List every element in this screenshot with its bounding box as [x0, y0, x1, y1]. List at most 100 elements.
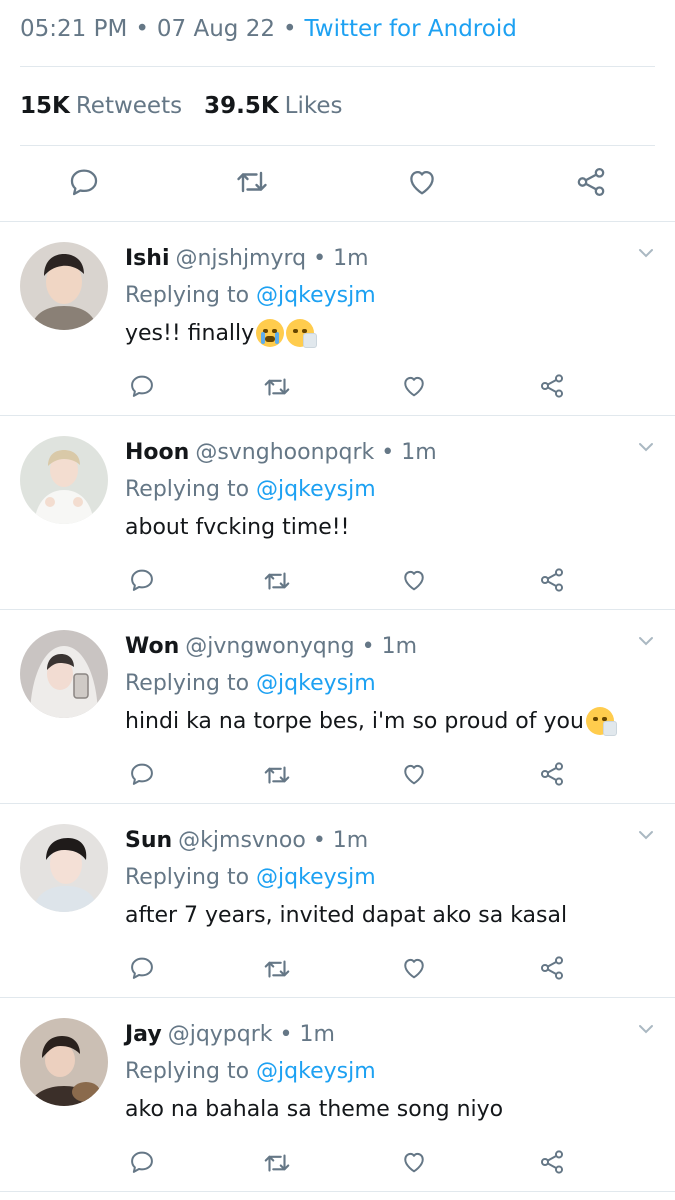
share-icon[interactable] — [538, 372, 566, 404]
reply-tweet[interactable]: Hoon @svnghoonpqrk • 1m Replying to @jqk… — [0, 416, 675, 609]
like-icon[interactable] — [402, 162, 442, 202]
sneezing-face-icon — [585, 707, 617, 736]
replying-label: Replying to — [125, 864, 250, 890]
tweet-source-link[interactable]: Twitter for Android — [305, 16, 517, 42]
like-icon[interactable] — [400, 372, 428, 404]
reply-icon[interactable] — [64, 162, 104, 202]
reply-tweet[interactable]: Jay @jqypqrk • 1m Replying to @jqkeysjm … — [0, 998, 675, 1191]
replying-to-handle[interactable]: @jqkeysjm — [256, 671, 376, 696]
avatar[interactable] — [20, 630, 108, 718]
avatar[interactable] — [20, 1018, 108, 1106]
replying-to: Replying to @jqkeysjm — [125, 666, 376, 700]
reply-time: 1m — [332, 827, 369, 853]
reply-body: ako na bahala sa theme song niyo — [125, 1096, 504, 1122]
reply-time: 1m — [381, 633, 418, 659]
reply-text: yes!! finally — [125, 316, 318, 350]
reply-time: 1m — [401, 439, 437, 465]
retweet-icon[interactable] — [262, 1148, 292, 1182]
user-handle[interactable]: @njshjmyrq — [175, 246, 306, 271]
reply-icon[interactable] — [128, 1148, 156, 1180]
like-icon[interactable] — [400, 566, 428, 598]
display-name[interactable]: Jay — [125, 1022, 162, 1047]
share-icon[interactable] — [538, 1148, 566, 1180]
retweet-icon[interactable] — [262, 372, 292, 406]
separator-dot: • — [313, 245, 327, 271]
avatar[interactable] — [20, 824, 108, 912]
reply-body: after 7 years, invited dapat ako sa kasa… — [125, 902, 568, 928]
reply-body: yes!! finally — [125, 320, 255, 346]
reply-icon[interactable] — [128, 372, 156, 404]
separator-dot: • — [381, 439, 395, 465]
share-icon[interactable] — [538, 760, 566, 792]
divider — [0, 1191, 675, 1192]
display-name[interactable]: Hoon — [125, 440, 189, 465]
reply-body: about fvcking time!! — [125, 514, 350, 540]
retweet-icon[interactable] — [262, 566, 292, 600]
replying-label: Replying to — [125, 670, 250, 696]
divider — [20, 66, 655, 67]
chevron-down-icon[interactable] — [637, 632, 655, 654]
reply-text: about fvcking time!! — [125, 510, 349, 544]
like-icon[interactable] — [400, 1148, 428, 1180]
replying-to: Replying to @jqkeysjm — [125, 278, 376, 312]
chevron-down-icon[interactable] — [637, 1020, 655, 1042]
replying-to: Replying to @jqkeysjm — [125, 860, 376, 894]
chevron-down-icon[interactable] — [637, 438, 655, 460]
share-icon[interactable] — [538, 954, 566, 986]
reply-tweet[interactable]: Ishi @njshjmyrq • 1m Replying to @jqkeys… — [0, 222, 675, 415]
separator-dot: • — [361, 633, 375, 659]
separator-dot: • — [282, 16, 297, 42]
retweet-icon[interactable] — [232, 162, 272, 202]
retweet-icon[interactable] — [262, 760, 292, 794]
tweet-action-bar — [0, 158, 675, 208]
replying-to-handle[interactable]: @jqkeysjm — [256, 477, 376, 502]
chevron-down-icon[interactable] — [637, 826, 655, 848]
reply-header: Ishi @njshjmyrq • 1m — [125, 240, 369, 276]
reply-text: hindi ka na torpe bes, i'm so proud of y… — [125, 704, 617, 738]
replying-to-handle[interactable]: @jqkeysjm — [256, 865, 376, 890]
likes-count[interactable]: 39.5K — [204, 93, 279, 119]
tweet-stats: 15K Retweets 39.5K Likes — [20, 88, 343, 124]
reply-text: ako na bahala sa theme song niyo — [125, 1092, 503, 1126]
replying-to: Replying to @jqkeysjm — [125, 1054, 376, 1088]
like-icon[interactable] — [400, 954, 428, 986]
reply-tweet[interactable]: Sun @kjmsvnoo • 1m Replying to @jqkeysjm… — [0, 804, 675, 997]
replying-to-handle[interactable]: @jqkeysjm — [256, 1059, 376, 1084]
display-name[interactable]: Sun — [125, 828, 172, 853]
replying-label: Replying to — [125, 1058, 250, 1084]
user-handle[interactable]: @jvngwonyqng — [185, 634, 354, 659]
replying-to-handle[interactable]: @jqkeysjm — [256, 283, 376, 308]
reply-time: 1m — [333, 245, 369, 271]
retweets-count[interactable]: 15K — [20, 93, 70, 119]
sneezing-face-icon — [286, 319, 318, 348]
like-icon[interactable] — [400, 760, 428, 792]
avatar[interactable] — [20, 436, 108, 524]
replying-label: Replying to — [125, 282, 250, 308]
likes-label[interactable]: Likes — [285, 93, 343, 119]
display-name[interactable]: Ishi — [125, 246, 169, 271]
reply-tweet[interactable]: Won @jvngwonyqng • 1m Replying to @jqkey… — [0, 610, 675, 803]
user-handle[interactable]: @svnghoonpqrk — [195, 440, 374, 465]
retweets-label[interactable]: Retweets — [76, 93, 182, 119]
user-handle[interactable]: @jqypqrk — [168, 1022, 273, 1047]
reply-text: after 7 years, invited dapat ako sa kasa… — [125, 898, 567, 932]
chevron-down-icon[interactable] — [637, 244, 655, 266]
reply-icon[interactable] — [128, 760, 156, 792]
reply-header: Hoon @svnghoonpqrk • 1m — [125, 434, 437, 470]
separator-dot: • — [135, 16, 149, 42]
replying-label: Replying to — [125, 476, 250, 502]
retweet-icon[interactable] — [262, 954, 292, 988]
loudly-crying-face-icon — [256, 319, 285, 347]
separator-dot: • — [279, 1021, 293, 1047]
reply-icon[interactable] — [128, 954, 156, 986]
tweet-time: 05:21 PM — [20, 16, 128, 42]
separator-dot: • — [312, 827, 326, 853]
share-icon[interactable] — [571, 162, 611, 202]
user-handle[interactable]: @kjmsvnoo — [178, 828, 306, 853]
avatar[interactable] — [20, 242, 108, 330]
tweet-date: 07 Aug 22 — [156, 16, 275, 42]
divider — [20, 145, 655, 146]
reply-icon[interactable] — [128, 566, 156, 598]
display-name[interactable]: Won — [125, 634, 179, 659]
share-icon[interactable] — [538, 566, 566, 598]
